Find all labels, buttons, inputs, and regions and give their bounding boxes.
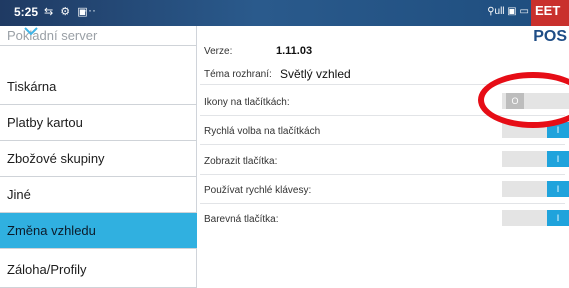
sidebar-item-other[interactable]: Jiné bbox=[0, 177, 197, 213]
chevron-down-icon[interactable] bbox=[24, 27, 38, 35]
signal-battery-icons: ⚲ull ▣ ▭ bbox=[487, 6, 529, 17]
sidebar-item-label: Jiné bbox=[7, 187, 31, 202]
toggle-colored-buttons[interactable]: I bbox=[502, 210, 569, 226]
setting-label-quick-select: Rychlá volba na tlačítkách bbox=[204, 126, 321, 137]
sidebar-item-backup-profiles[interactable]: Záloha/Profily bbox=[0, 252, 197, 288]
sidebar-item-label: Zbožové skupiny bbox=[7, 151, 105, 166]
toggle-show-buttons[interactable]: I bbox=[502, 151, 569, 167]
pos-logo: POS bbox=[533, 28, 567, 45]
version-label: Verze: bbox=[204, 46, 233, 57]
more-notifications-icon: ··· bbox=[84, 3, 96, 17]
divider bbox=[200, 144, 565, 145]
setting-label-show-buttons: Zobrazit tlačítka: bbox=[204, 156, 278, 167]
toggle-knob: I bbox=[547, 151, 569, 167]
theme-label: Téma rozhraní: bbox=[204, 69, 272, 80]
sidebar-item-printer[interactable]: Tiskárna bbox=[0, 69, 197, 105]
divider bbox=[200, 203, 565, 204]
annotation-circle bbox=[478, 72, 569, 128]
sidebar-item-appearance[interactable]: Změna vzhledu bbox=[0, 213, 197, 249]
setting-label-colored-buttons: Barevná tlačítka: bbox=[204, 214, 279, 225]
version-value: 1.11.03 bbox=[276, 45, 313, 57]
setting-label-shortcuts: Používat rychlé klávesy: bbox=[204, 185, 312, 196]
toggle-shortcuts[interactable]: I bbox=[502, 181, 569, 197]
divider bbox=[200, 174, 565, 175]
sidebar-item-label: Záloha/Profily bbox=[7, 262, 87, 277]
status-bar: 5:25 ⇆ ⚙ ▣ ··· ⚲ull ▣ ▭ EET bbox=[0, 0, 569, 26]
brand-badge-text: EET bbox=[535, 3, 561, 18]
settings-sidebar: Pokladní server Tiskárna Platby kartou Z… bbox=[0, 26, 197, 288]
toggle-knob: I bbox=[547, 181, 569, 197]
sidebar-item-label: Pokladní server bbox=[7, 28, 98, 43]
sidebar-item-label: Platby kartou bbox=[7, 115, 83, 130]
toggle-knob: I bbox=[547, 210, 569, 226]
sidebar-item-card-payments[interactable]: Platby kartou bbox=[0, 105, 197, 141]
sidebar-item-label: Změna vzhledu bbox=[7, 223, 96, 238]
sidebar-item-label: Tiskárna bbox=[7, 79, 57, 94]
sidebar-item-product-groups[interactable]: Zbožové skupiny bbox=[0, 141, 197, 177]
notification-icons: ⇆ ⚙ ▣ bbox=[44, 6, 90, 18]
setting-label-icons: Ikony na tlačítkách: bbox=[204, 97, 290, 108]
app-root: 5:25 ⇆ ⚙ ▣ ··· ⚲ull ▣ ▭ EET POS Pokladní… bbox=[0, 0, 569, 288]
brand-badge: EET bbox=[531, 0, 569, 26]
theme-value[interactable]: Světlý vzhled bbox=[280, 67, 351, 81]
status-time: 5:25 bbox=[14, 5, 39, 19]
